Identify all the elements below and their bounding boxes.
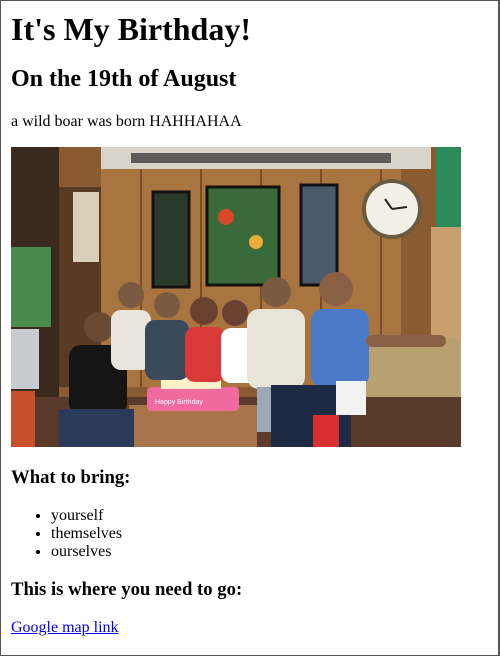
photo-poster-left [73,192,99,262]
painting-flower-1 [218,209,234,225]
bring-list-item: themselves [51,525,488,543]
page-title: It's My Birthday! [11,11,251,47]
photo-gift-box [313,415,339,447]
bring-list-item: ourselves [51,543,488,561]
painting-flower-2 [249,235,263,249]
date-heading: On the 19th of August [11,66,237,92]
photo-left-red-item [11,391,35,447]
photo-table [129,405,257,447]
directions-heading: This is where you need to go: [11,579,243,600]
photo-painting-right [299,183,339,287]
photo-ceiling-lights [131,153,391,163]
bring-list: yourself themselves ourselves [11,507,488,561]
photo-painting-center [205,185,281,287]
photo-left-cabinet [11,247,51,327]
photo-painting-left [151,190,191,289]
photo-right-banner [436,147,461,227]
photo-white-box [336,381,366,415]
bring-list-item: yourself [51,507,488,525]
google-map-link[interactable]: Google map link [11,619,119,637]
photo-left-appliance [11,329,39,389]
page-content: It's My Birthday! On the 19th of August … [1,11,498,637]
birthday-group-photo: 18 Happy Birthday [11,147,461,447]
cake-birthday-text: Happy Birthday [155,399,203,406]
bring-heading: What to bring: [11,467,131,488]
photo-right-column [431,227,461,347]
tagline-text: a wild boar was born HAHHAHAA [11,113,242,130]
